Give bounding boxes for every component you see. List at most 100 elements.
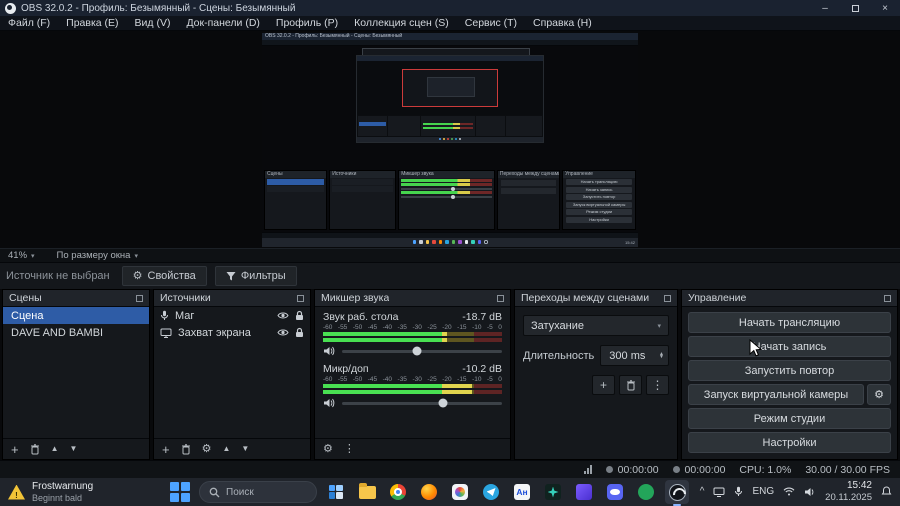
whatsapp-icon[interactable]: [634, 480, 658, 504]
popout-icon[interactable]: [497, 294, 504, 302]
volume-meter: [323, 332, 502, 336]
scene-item-selected[interactable]: Сцена: [3, 307, 149, 324]
transition-select[interactable]: Затухание ▾: [523, 315, 669, 336]
add-scene-button[interactable]: +: [11, 443, 19, 456]
close-button[interactable]: ×: [870, 0, 900, 16]
menu-file[interactable]: Файл (F): [0, 16, 58, 30]
speaker-icon[interactable]: [323, 398, 335, 408]
mini-docks: Сцены Источники Микшер звука Переходы ме…: [262, 167, 638, 232]
volume-meter: [323, 390, 502, 394]
controls-panel: Управление Начать трансляцию Начать запи…: [681, 289, 898, 460]
telegram-icon[interactable]: [479, 480, 503, 504]
taskbar-clock[interactable]: 15:42 20.11.2025: [825, 480, 872, 503]
popout-icon[interactable]: [297, 294, 304, 302]
volume-fader[interactable]: [342, 346, 502, 356]
speaker-icon[interactable]: [323, 346, 335, 356]
menu-docks[interactable]: Док-панели (D): [178, 16, 267, 30]
settings-button[interactable]: Настройки: [688, 432, 891, 453]
search-input[interactable]: [226, 486, 306, 498]
mini-nested-capture: [356, 54, 544, 143]
menu-tools[interactable]: Сервис (T): [457, 16, 525, 30]
start-button[interactable]: [168, 480, 192, 504]
menu-help[interactable]: Справка (H): [525, 16, 600, 30]
mixer-menu-dots-icon[interactable]: ⋮: [344, 443, 355, 455]
duration-input[interactable]: 300 ms ▲ ▼: [600, 345, 669, 366]
start-streaming-button[interactable]: Начать трансляцию: [688, 312, 891, 333]
weather-subtitle: Beginnt bald: [32, 492, 83, 503]
source-properties-gear-icon[interactable]: ⚙: [202, 443, 212, 455]
menu-profile[interactable]: Профиль (P): [268, 16, 346, 30]
remove-transition-button[interactable]: [619, 375, 642, 395]
transition-properties-button[interactable]: ⋮: [646, 375, 669, 395]
scene-item[interactable]: DAVE AND BAMBI: [3, 324, 149, 341]
file-explorer-icon[interactable]: [355, 480, 379, 504]
sources-panel-header[interactable]: Источники: [154, 290, 310, 307]
lock-icon[interactable]: [295, 327, 304, 338]
tray-chevron-up-icon[interactable]: ^: [700, 486, 705, 497]
remove-source-button[interactable]: [181, 443, 191, 455]
firefox-icon[interactable]: [417, 480, 441, 504]
source-item[interactable]: Захват экрана: [154, 324, 310, 341]
menu-edit[interactable]: Правка (E): [58, 16, 126, 30]
volume-icon[interactable]: [804, 487, 816, 497]
tray-display-icon[interactable]: [713, 487, 725, 497]
wifi-icon[interactable]: [783, 487, 795, 496]
remove-scene-button[interactable]: [30, 443, 40, 455]
fit-chevron-icon[interactable]: ▾: [134, 252, 138, 260]
lock-icon[interactable]: [295, 310, 304, 321]
anki-app-icon[interactable]: Ан: [510, 480, 534, 504]
virtual-camera-settings-button[interactable]: ⚙: [867, 384, 891, 405]
popout-icon[interactable]: [884, 294, 891, 302]
maximize-button[interactable]: [840, 0, 870, 16]
obs-taskbar-icon[interactable]: [665, 480, 689, 506]
zoom-level[interactable]: 41%: [8, 250, 27, 261]
fader-handle[interactable]: [412, 346, 422, 356]
add-source-button[interactable]: +: [162, 443, 170, 456]
spinner-arrows-icon[interactable]: ▲ ▼: [659, 351, 664, 359]
office-app-icon[interactable]: [572, 480, 596, 504]
fit-mode-label[interactable]: По размеру окна: [57, 250, 131, 261]
popout-icon[interactable]: [664, 294, 671, 302]
mini-taskbar: 15:42: [262, 237, 638, 247]
source-item[interactable]: Маг: [154, 307, 310, 324]
menu-view[interactable]: Вид (V): [127, 16, 179, 30]
keyboard-language[interactable]: ENG: [752, 486, 774, 497]
zoom-chevron-icon[interactable]: ▾: [31, 252, 35, 260]
scenes-panel-header[interactable]: Сцены: [3, 290, 149, 307]
source-down-button[interactable]: ▼: [241, 445, 249, 453]
filters-button[interactable]: Фильтры: [214, 266, 297, 286]
sparkle-app-icon[interactable]: [541, 480, 565, 504]
task-view-icon[interactable]: [324, 480, 348, 504]
transitions-panel-header[interactable]: Переходы между сценами: [515, 290, 677, 307]
studio-mode-button[interactable]: Режим студии: [688, 408, 891, 429]
visibility-eye-icon[interactable]: [277, 311, 289, 320]
popout-icon[interactable]: [136, 294, 143, 302]
photos-app-icon[interactable]: [448, 480, 472, 504]
start-virtual-camera-button[interactable]: Запуск виртуальной камеры: [688, 384, 864, 405]
taskbar-search[interactable]: [199, 481, 317, 503]
scene-up-button[interactable]: ▲: [51, 445, 59, 453]
start-replay-buffer-button[interactable]: Запустить повтор: [688, 360, 891, 381]
properties-button[interactable]: ⚙ Свойства: [121, 266, 207, 286]
source-up-button[interactable]: ▲: [222, 445, 230, 453]
controls-panel-header[interactable]: Управление: [682, 290, 897, 307]
tray-mic-icon[interactable]: [734, 486, 743, 497]
fader-handle[interactable]: [438, 398, 448, 408]
volume-meter: [323, 338, 502, 342]
notification-bell-icon[interactable]: [881, 486, 892, 497]
menu-scene-collection[interactable]: Коллекция сцен (S): [346, 16, 457, 30]
mixer-channel: Микр/доп -10.2 dB -60 -55 -50 -45 -40 -35 -30-…: [323, 363, 502, 408]
scene-down-button[interactable]: ▼: [70, 445, 78, 453]
mixer-settings-gear-icon[interactable]: ⚙: [323, 443, 333, 455]
chrome-icon[interactable]: [386, 480, 410, 504]
add-transition-button[interactable]: +: [592, 375, 615, 395]
weather-widget[interactable]: ! Frostwarnung Beginnt bald: [8, 481, 93, 503]
minimize-button[interactable]: –: [810, 0, 840, 16]
preview-canvas[interactable]: OBS 32.0.2 - Профиль: Безымянный - Сцены…: [0, 31, 900, 248]
discord-icon[interactable]: [603, 480, 627, 504]
cpu-usage: CPU: 1.0%: [739, 463, 792, 476]
volume-fader[interactable]: [342, 398, 502, 408]
start-recording-button[interactable]: Начать запись: [688, 336, 891, 357]
mixer-panel-header[interactable]: Микшер звука: [315, 290, 510, 307]
visibility-eye-icon[interactable]: [277, 328, 289, 337]
